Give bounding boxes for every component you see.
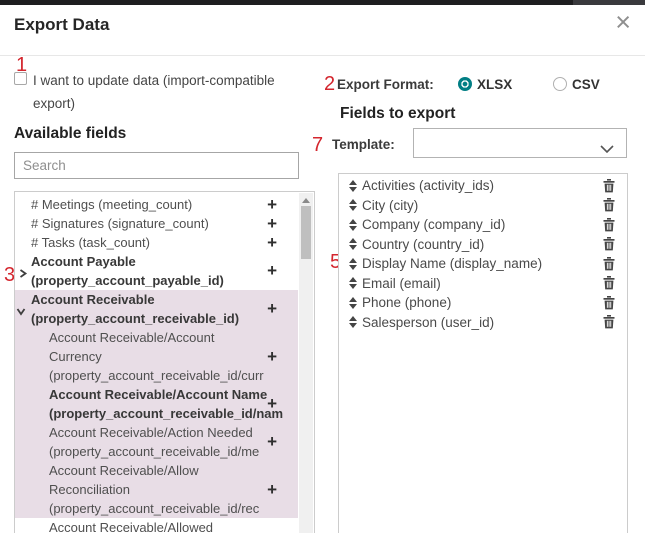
add-field-icon[interactable]: +	[267, 436, 277, 448]
export-field-label: Salesperson (user_id)	[362, 315, 603, 330]
available-field-label: (property_account_receivable_id/rec	[49, 499, 298, 518]
update-data-checkbox[interactable]	[14, 72, 27, 85]
expand-caret-icon[interactable]	[18, 266, 29, 277]
export-field-label: Activities (activity_ids)	[362, 178, 603, 193]
available-field-label: Account Receivable/Account	[49, 328, 298, 347]
drag-handle-icon[interactable]	[349, 297, 357, 309]
available-field-item[interactable]: Account Receivable/AllowReconciliation(p…	[15, 461, 298, 518]
available-field-item[interactable]: Account Payable(property_account_payable…	[15, 252, 298, 290]
header-divider	[0, 55, 645, 56]
available-field-label: (property_account_receivable_id/me	[49, 442, 298, 461]
available-field-item[interactable]: # Meetings (meeting_count)+	[15, 195, 298, 214]
trash-icon[interactable]	[603, 218, 615, 232]
update-data-label: I want to update data (import-compatible…	[33, 69, 305, 115]
export-field-item[interactable]: City (city)	[339, 196, 627, 216]
available-field-label: Reconciliation	[49, 480, 298, 499]
available-field-item[interactable]: # Tasks (task_count)+	[15, 233, 298, 252]
available-field-label: Account Receivable/Action Needed	[49, 423, 298, 442]
export-field-label: City (city)	[362, 198, 603, 213]
available-field-label: # Signatures (signature_count)	[31, 214, 298, 233]
csv-radio-label[interactable]: CSV	[572, 77, 600, 92]
trash-icon[interactable]	[603, 179, 615, 193]
scrollbar-thumb[interactable]	[301, 206, 311, 259]
available-field-label: Account Payable	[31, 252, 298, 271]
available-fields-heading: Available fields	[14, 125, 126, 143]
export-field-label: Country (country_id)	[362, 237, 603, 252]
drag-handle-icon[interactable]	[349, 238, 357, 250]
drag-handle-icon[interactable]	[349, 277, 357, 289]
available-field-label: (property_account_receivable_id/nam	[49, 404, 298, 423]
trash-icon[interactable]	[603, 257, 615, 271]
scroll-up-icon[interactable]	[302, 198, 310, 203]
available-field-label: (property_account_receivable_id)	[31, 309, 298, 328]
annotation-number: 7	[312, 135, 323, 155]
export-field-label: Display Name (display_name)	[362, 256, 603, 271]
add-field-icon[interactable]: +	[267, 398, 277, 410]
export-field-item[interactable]: Salesperson (user_id)	[339, 313, 627, 333]
available-field-label: Currency	[49, 347, 298, 366]
add-field-icon[interactable]: +	[267, 303, 277, 315]
available-field-item[interactable]: Account Receivable/Action Needed(propert…	[15, 423, 298, 461]
available-field-item[interactable]: # Signatures (signature_count)+	[15, 214, 298, 233]
available-field-item[interactable]: Account Receivable(property_account_rece…	[15, 290, 298, 328]
export-field-label: Company (company_id)	[362, 217, 603, 232]
drag-handle-icon[interactable]	[349, 180, 357, 192]
export-field-item[interactable]: Email (email)	[339, 274, 627, 294]
available-field-item[interactable]: Account Receivable/Allowed	[15, 518, 298, 533]
drag-handle-icon[interactable]	[349, 199, 357, 211]
trash-icon[interactable]	[603, 237, 615, 251]
available-field-label: (property_account_receivable_id/curr	[49, 366, 298, 385]
scrollbar-track[interactable]	[299, 193, 313, 533]
background-page-strip	[0, 0, 645, 5]
available-fields-list: # Meetings (meeting_count)+# Signatures …	[14, 191, 315, 533]
annotation-number: 2	[324, 74, 335, 94]
drag-handle-icon[interactable]	[349, 219, 357, 231]
chevron-down-icon	[600, 140, 614, 158]
available-field-label: Account Receivable/Account Name	[49, 385, 298, 404]
export-field-item[interactable]: Country (country_id)	[339, 235, 627, 255]
add-field-icon[interactable]: +	[267, 237, 277, 249]
fields-to-export-list: Activities (activity_ids) City (city) Comp…	[338, 173, 628, 533]
template-label: Template:	[332, 137, 395, 152]
export-field-item[interactable]: Company (company_id)	[339, 215, 627, 235]
export-field-label: Phone (phone)	[362, 295, 603, 310]
available-field-item[interactable]: Account Receivable/AccountCurrency(prope…	[15, 328, 298, 385]
export-field-label: Email (email)	[362, 276, 603, 291]
available-field-label: # Tasks (task_count)	[31, 233, 298, 252]
available-field-label: Account Receivable/Allowed	[49, 518, 298, 533]
trash-icon[interactable]	[603, 276, 615, 290]
add-field-icon[interactable]: +	[267, 199, 277, 211]
add-field-icon[interactable]: +	[267, 218, 277, 230]
fields-to-export-heading: Fields to export	[340, 105, 455, 123]
csv-radio[interactable]	[553, 77, 567, 91]
available-field-label: (property_account_payable_id)	[31, 271, 298, 290]
available-field-label: # Meetings (meeting_count)	[31, 195, 298, 214]
export-field-item[interactable]: Phone (phone)	[339, 293, 627, 313]
trash-icon[interactable]	[603, 198, 615, 212]
xlsx-radio[interactable]	[458, 77, 472, 91]
template-select[interactable]	[413, 128, 627, 158]
dialog-title: Export Data	[14, 15, 109, 35]
trash-icon[interactable]	[603, 315, 615, 329]
background-page-strip-light	[573, 0, 645, 5]
trash-icon[interactable]	[603, 296, 615, 310]
drag-handle-icon[interactable]	[349, 258, 357, 270]
available-field-label: Account Receivable/Allow	[49, 461, 298, 480]
search-input[interactable]	[14, 152, 299, 179]
drag-handle-icon[interactable]	[349, 316, 357, 328]
add-field-icon[interactable]: +	[267, 484, 277, 496]
add-field-icon[interactable]: +	[267, 351, 277, 363]
collapse-caret-icon[interactable]	[16, 304, 27, 315]
add-field-icon[interactable]: +	[267, 265, 277, 277]
xlsx-radio-label[interactable]: XLSX	[477, 77, 512, 92]
available-field-label: Account Receivable	[31, 290, 298, 309]
export-field-item[interactable]: Activities (activity_ids)	[339, 176, 627, 196]
export-data-dialog: Export Data × 1 2 3 4 5 6 7 I want to up…	[0, 0, 645, 533]
available-field-item[interactable]: Account Receivable/Account Name(property…	[15, 385, 298, 423]
close-icon[interactable]: ×	[615, 8, 631, 36]
export-field-item[interactable]: Display Name (display_name)	[339, 254, 627, 274]
export-format-label: Export Format:	[337, 77, 434, 92]
